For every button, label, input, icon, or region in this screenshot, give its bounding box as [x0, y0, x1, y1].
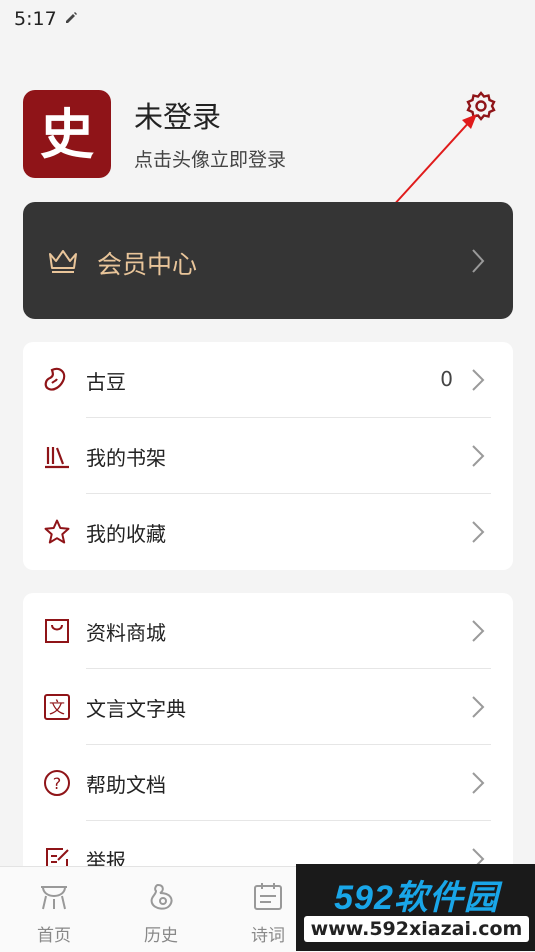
bean-icon — [44, 367, 66, 391]
tab-home[interactable]: 首页 — [14, 867, 94, 952]
list-item-favorites[interactable]: 我的收藏 — [23, 494, 513, 570]
help-icon: ? — [44, 770, 70, 796]
list-item-store[interactable]: 资料商城 — [23, 593, 513, 669]
vip-center-label: 会员中心 — [97, 250, 198, 279]
gudou-count: 0 — [440, 367, 453, 391]
tools-section: 资料商城 文 文言文字典 ? 帮助文档 举报 — [23, 593, 513, 883]
list-item-label: 古豆 — [86, 370, 126, 394]
list-item-label: 帮助文档 — [86, 773, 166, 797]
chevron-right-icon — [472, 521, 485, 543]
avatar-logo-char: 史 — [40, 102, 94, 166]
list-item-dictionary[interactable]: 文 文言文字典 — [23, 669, 513, 745]
bookshelf-icon — [45, 447, 69, 469]
dictionary-icon: 文 — [44, 694, 70, 720]
tab-history[interactable]: 历史 — [121, 867, 201, 952]
star-icon — [44, 519, 70, 544]
status-bar: 5:17 — [0, 0, 535, 40]
chevron-right-icon — [472, 249, 485, 273]
chevron-right-icon — [472, 369, 485, 391]
account-section: 古豆 0 我的书架 我的收藏 — [23, 342, 513, 570]
edit-notification-icon — [66, 12, 77, 23]
list-item-help[interactable]: ? 帮助文档 — [23, 745, 513, 821]
login-hint[interactable]: 点击头像立即登录 — [134, 145, 286, 172]
history-icon — [150, 883, 173, 910]
vip-center-card[interactable]: 会员中心 — [23, 202, 513, 319]
chevron-right-icon — [472, 772, 485, 794]
home-icon — [41, 886, 67, 910]
watermark-url: www.592xiazai.com — [304, 916, 529, 942]
status-time: 5:17 — [14, 8, 57, 30]
shopping-bag-icon — [45, 619, 69, 643]
chevron-right-icon — [472, 620, 485, 642]
list-item-label: 我的书架 — [86, 446, 166, 470]
list-item-bookshelf[interactable]: 我的书架 — [23, 418, 513, 494]
crown-icon — [49, 250, 77, 273]
chevron-right-icon — [472, 696, 485, 718]
chevron-right-icon — [472, 445, 485, 467]
tab-label: 首页 — [37, 926, 71, 946]
tab-label: 历史 — [144, 926, 178, 946]
list-item-label: 文言文字典 — [86, 697, 186, 721]
list-item-label: 资料商城 — [86, 621, 166, 645]
annotation-arrow — [391, 114, 477, 208]
list-item-label: 我的收藏 — [86, 522, 166, 546]
help-icon-char: ? — [53, 774, 62, 793]
watermark: 592软件园 www.592xiazai.com — [296, 864, 535, 951]
calendar-icon — [254, 883, 282, 910]
list-item-gudou[interactable]: 古豆 0 — [23, 342, 513, 418]
avatar[interactable]: 史 — [23, 90, 111, 178]
watermark-title: 592软件园 — [334, 879, 499, 917]
user-name[interactable]: 未登录 — [134, 94, 221, 136]
dictionary-icon-char: 文 — [49, 698, 65, 717]
